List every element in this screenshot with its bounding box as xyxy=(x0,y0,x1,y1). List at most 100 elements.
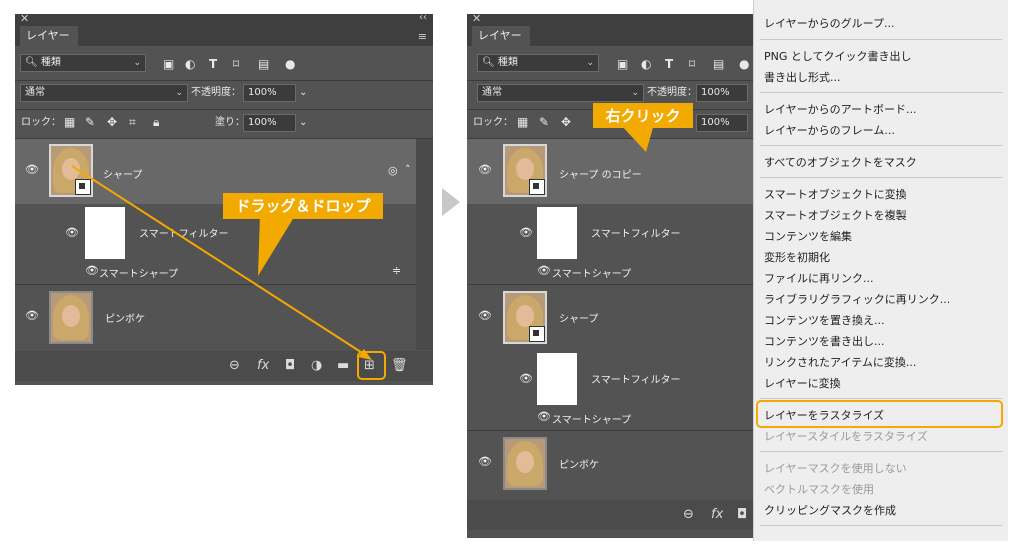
menu-item-artboard-from-layers[interactable]: レイヤーからのアートボード... xyxy=(764,101,917,117)
filter-kind-select[interactable]: 🔍︎ 種類 ⌄ xyxy=(477,54,599,72)
lock-image-icon[interactable]: ✎ xyxy=(539,115,549,129)
smart-filter-row[interactable]: 👁︎ スマートフィルター xyxy=(467,350,767,407)
lock-all-icon[interactable]: 🔒︎ xyxy=(153,115,159,130)
menu-item-create-clipping-mask[interactable]: クリッピングマスクを作成 xyxy=(764,502,896,518)
smartobject-filter-icon[interactable]: ▤ xyxy=(713,57,724,71)
eye-icon[interactable]: 👁︎ xyxy=(537,410,551,423)
eye-icon[interactable]: 👁︎ xyxy=(25,309,39,322)
smart-filter-icon: ◎ xyxy=(388,164,398,177)
mask-icon[interactable]: ◘ xyxy=(285,358,295,373)
eye-icon[interactable]: 👁︎ xyxy=(85,264,99,277)
menu-item-disable-layer-mask: レイヤーマスクを使用しない xyxy=(764,462,907,475)
menu-item-relink-file[interactable]: ファイルに再リンク... xyxy=(764,270,874,286)
filter-toggle-icon[interactable]: ● xyxy=(739,57,749,71)
trash-icon[interactable]: 🗑︎ xyxy=(391,358,408,373)
lock-image-icon[interactable]: ✎ xyxy=(85,115,95,129)
fx-icon[interactable]: fx xyxy=(711,507,723,522)
opacity-field[interactable]: 100% xyxy=(696,84,748,102)
eye-icon[interactable]: 👁︎ xyxy=(519,226,533,239)
filter-options-icon[interactable]: ≑ xyxy=(392,264,401,277)
filter-row: 🔍︎ 種類 ⌄ ▣ ◐ T ⌑ ▤ ● xyxy=(467,52,767,80)
layer-row[interactable]: 👁︎ シャープ のコピー xyxy=(467,139,767,204)
lock-position-icon[interactable]: ✥ xyxy=(561,115,571,129)
lock-position-icon[interactable]: ✥ xyxy=(107,115,117,129)
menu-item-reset-transform[interactable]: 変形を初期化 xyxy=(764,249,830,265)
tab-layers[interactable]: レイヤー xyxy=(472,26,530,46)
menu-item-convert-smart-object[interactable]: スマートオブジェクトに変換 xyxy=(764,186,907,202)
link-icon[interactable]: ⊖ xyxy=(683,507,694,522)
chevron-down-icon: ⌄ xyxy=(631,88,639,98)
opacity-field[interactable]: 100% xyxy=(243,84,296,102)
filter-effect-row[interactable]: 👁︎ スマートシャープ xyxy=(467,261,767,283)
shape-filter-icon[interactable]: ⌑ xyxy=(233,57,239,71)
layer-thumbnail xyxy=(503,144,547,197)
layer-row[interactable]: 👁︎ ピンボケ xyxy=(467,431,767,496)
menu-item-quick-export-png[interactable]: PNG としてクイック書き出し xyxy=(764,48,912,64)
menu-item-replace-contents[interactable]: コンテンツを置き換え... xyxy=(764,312,885,328)
eye-icon[interactable]: 👁︎ xyxy=(519,372,533,385)
panel-menu-icon[interactable]: ≡ xyxy=(418,30,427,43)
menu-item-mask-all-objects[interactable]: すべてのオブジェクトをマスク xyxy=(764,154,917,170)
layer-row[interactable]: 👁︎ ピンボケ xyxy=(15,285,416,350)
type-filter-icon[interactable]: T xyxy=(665,57,673,71)
panel-bottom-bar: ⊖ fx ◘ xyxy=(467,500,767,530)
filter-effect-row[interactable]: 👁︎ スマートシャープ xyxy=(467,407,767,429)
filter-kind-select[interactable]: 🔍︎ 種類 ⌄ xyxy=(20,54,146,72)
menu-item-duplicate-smart-object[interactable]: スマートオブジェクトを複製 xyxy=(764,207,907,223)
eye-icon[interactable]: 👁︎ xyxy=(25,163,39,176)
layer-row[interactable]: 👁︎ シャープ xyxy=(467,285,767,350)
close-icon[interactable]: ✕ xyxy=(20,12,29,25)
filter-effect-row[interactable]: 👁︎ スマートシャープ ≑ xyxy=(15,261,416,283)
eye-icon[interactable]: 👁︎ xyxy=(478,309,492,322)
adjustment-icon[interactable]: ◑ xyxy=(311,358,322,373)
fill-field[interactable]: 100% xyxy=(696,114,748,132)
opacity-label: 不透明度： xyxy=(647,87,697,98)
chevron-up-icon[interactable]: ˄ xyxy=(405,163,411,176)
tab-layers[interactable]: レイヤー xyxy=(20,26,78,46)
folder-icon[interactable]: ▬ xyxy=(337,358,349,373)
smart-filter-row[interactable]: 👁︎ スマートフィルター xyxy=(467,204,767,261)
type-filter-icon[interactable]: T xyxy=(209,57,217,71)
menu-item-export-as[interactable]: 書き出し形式... xyxy=(764,69,841,85)
scrollbar[interactable] xyxy=(416,139,433,350)
lock-transparent-icon[interactable]: ▦ xyxy=(64,115,75,129)
menu-item-relink-library[interactable]: ライブラリグラフィックに再リンク... xyxy=(764,291,950,307)
menu-item-edit-contents[interactable]: コンテンツを編集 xyxy=(764,228,852,244)
eye-icon[interactable]: 👁︎ xyxy=(537,264,551,277)
collapse-icon[interactable]: ‹‹ xyxy=(419,12,427,23)
eye-icon[interactable]: 👁︎ xyxy=(478,163,492,176)
lock-artboard-icon[interactable]: ⌗ xyxy=(129,115,136,130)
pixel-filter-icon[interactable]: ▣ xyxy=(617,57,628,71)
layer-name: スマートフィルター xyxy=(139,229,229,240)
close-icon[interactable]: ✕ xyxy=(472,12,481,25)
layer-name: シャープ のコピー xyxy=(559,170,642,181)
menu-item-convert-linked[interactable]: リンクされたアイテムに変換... xyxy=(764,354,916,370)
chevron-down-icon[interactable]: ⌄ xyxy=(299,84,307,102)
menu-item-rasterize-layer-style: レイヤースタイルをラスタライズ xyxy=(764,430,928,443)
blend-mode-select[interactable]: 通常 ⌄ xyxy=(477,84,644,102)
fx-icon[interactable]: fx xyxy=(257,358,269,373)
smartobject-filter-icon[interactable]: ▤ xyxy=(258,57,269,71)
menu-item-export-contents[interactable]: コンテンツを書き出し... xyxy=(764,333,885,349)
filter-mask-thumbnail xyxy=(537,353,577,405)
menu-item-group-from-layers[interactable]: レイヤーからのグループ... xyxy=(764,15,895,31)
search-icon: 🔍︎ xyxy=(482,57,495,68)
lock-transparent-icon[interactable]: ▦ xyxy=(517,115,528,129)
layer-thumbnail xyxy=(503,437,547,490)
blend-mode-select[interactable]: 通常 ⌄ xyxy=(20,84,188,102)
adjustment-filter-icon[interactable]: ◐ xyxy=(185,57,195,71)
lock-label: ロック： xyxy=(473,117,513,128)
pixel-filter-icon[interactable]: ▣ xyxy=(163,57,174,71)
fill-field[interactable]: 100% xyxy=(243,114,296,132)
link-icon[interactable]: ⊖ xyxy=(229,358,240,373)
filter-kind-label: 種類 xyxy=(40,57,61,68)
mask-icon[interactable]: ◘ xyxy=(737,507,747,522)
eye-icon[interactable]: 👁︎ xyxy=(478,455,492,468)
adjustment-filter-icon[interactable]: ◐ xyxy=(641,57,651,71)
menu-item-convert-to-layers[interactable]: レイヤーに変換 xyxy=(764,375,841,391)
shape-filter-icon[interactable]: ⌑ xyxy=(689,57,695,71)
filter-toggle-icon[interactable]: ● xyxy=(285,57,295,71)
eye-icon[interactable]: 👁︎ xyxy=(65,226,79,239)
menu-item-frame-from-layers[interactable]: レイヤーからのフレーム... xyxy=(764,122,895,138)
chevron-down-icon[interactable]: ⌄ xyxy=(299,114,307,132)
